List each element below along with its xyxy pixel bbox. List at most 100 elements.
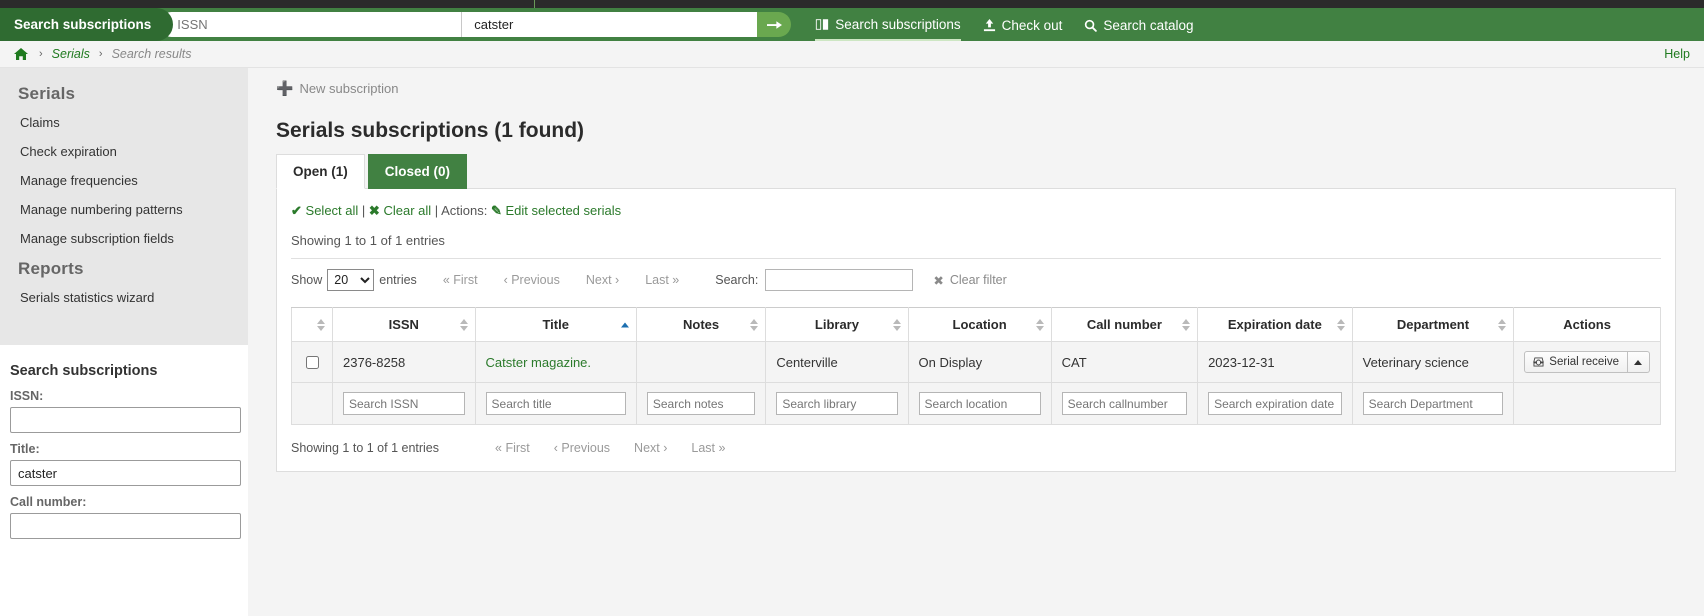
pagination-next[interactable]: Next ›	[586, 273, 619, 287]
tab-closed[interactable]: Closed (0)	[368, 154, 467, 189]
caret-up-icon	[1634, 360, 1642, 365]
footer-showing-text: Showing 1 to 1 of 1 entries	[291, 441, 439, 455]
header-link-search-catalog[interactable]: Search catalog	[1084, 8, 1193, 41]
filter-input-title[interactable]	[486, 392, 626, 415]
header-search-pill-label: Search subscriptions	[14, 17, 151, 32]
pagination-first[interactable]: « First	[443, 273, 478, 287]
page-body: Serials Claims Check expiration Manage f…	[0, 68, 1704, 616]
select-all-link[interactable]: Select all	[306, 203, 359, 218]
datatable-controls: Show 102050100All entries « First ‹ Prev…	[291, 269, 1661, 291]
clear-filter-button[interactable]: ✖ Clear filter	[933, 273, 1006, 288]
sidebar-title-input[interactable]	[10, 460, 241, 486]
help-link[interactable]: Help	[1664, 47, 1690, 61]
subscription-status-tabs: Open (1) Closed (0)	[276, 153, 1690, 188]
pagination-previous[interactable]: ‹ Previous	[504, 273, 560, 287]
new-subscription-label: New subscription	[299, 81, 398, 96]
actions-separator: |	[362, 203, 365, 218]
pagination-last-label: Last	[691, 441, 715, 455]
sidebar-heading-serials: Serials	[0, 78, 248, 108]
search-submit-button[interactable]	[757, 12, 791, 37]
sort-indicator-icon	[1036, 319, 1044, 331]
cell-title: Catster magazine.	[475, 342, 636, 383]
check-icon: ✔	[291, 203, 302, 218]
filter-cell-department	[1352, 383, 1514, 425]
filter-input-expiration-date[interactable]	[1208, 392, 1342, 415]
pagination-previous[interactable]: ‹ Previous	[554, 441, 610, 455]
pagination-next[interactable]: Next ›	[634, 441, 667, 455]
clear-all-link[interactable]: Clear all	[383, 203, 431, 218]
breadcrumb-home-link[interactable]	[14, 48, 28, 61]
cell-checkbox	[292, 342, 333, 383]
column-header-location[interactable]: Location	[908, 308, 1051, 342]
filter-cell-checkbox	[292, 383, 333, 425]
sidebar-item-manage-subscription-fields[interactable]: Manage subscription fields	[0, 224, 248, 253]
filter-input-library[interactable]	[776, 392, 897, 415]
show-label: Show	[291, 273, 322, 287]
column-header-department[interactable]: Department	[1352, 308, 1514, 342]
row-actions-button-group: Serial receive	[1524, 351, 1650, 373]
datatable-search-input[interactable]	[765, 269, 913, 291]
subscription-title-link[interactable]: Catster magazine.	[486, 355, 592, 370]
header-link-label: Search subscriptions	[835, 17, 960, 32]
pagination-first[interactable]: « First	[495, 441, 530, 455]
edit-selected-serials-link[interactable]: Edit selected serials	[505, 203, 621, 218]
filter-cell-call-number	[1051, 383, 1197, 425]
column-label: Notes	[683, 317, 719, 332]
column-header-call-number[interactable]: Call number	[1051, 308, 1197, 342]
cell-location: On Display	[908, 342, 1051, 383]
actions-separator: |	[435, 203, 438, 218]
filter-input-issn[interactable]	[343, 392, 465, 415]
sidebar-search-form: Search subscriptions ISSN: Title: Call n…	[0, 345, 248, 539]
column-label: Actions	[1563, 317, 1611, 332]
column-header-notes[interactable]: Notes	[636, 308, 765, 342]
header-link-search-subscriptions[interactable]: Search subscriptions	[815, 8, 960, 41]
top-dark-strip	[0, 0, 1704, 8]
column-header-checkbox[interactable]	[292, 308, 333, 342]
column-header-library[interactable]: Library	[766, 308, 908, 342]
plus-icon: ➕	[276, 80, 293, 97]
keyword-search-input[interactable]	[462, 12, 757, 37]
filter-input-location[interactable]	[919, 392, 1041, 415]
tab-open[interactable]: Open (1)	[276, 154, 365, 189]
column-header-issn[interactable]: ISSN	[333, 308, 476, 342]
pagination-top: « First ‹ Previous Next › Last »	[443, 273, 679, 287]
column-label: Call number	[1087, 317, 1162, 332]
sidebar-call-number-input[interactable]	[10, 513, 241, 539]
filter-cell-notes	[636, 383, 765, 425]
breadcrumb-item-serials[interactable]: Serials	[52, 47, 90, 61]
pagination-last[interactable]: Last »	[645, 273, 679, 287]
breadcrumb-separator: ›	[99, 48, 103, 60]
filter-input-call-number[interactable]	[1062, 392, 1187, 415]
sidebar-item-check-expiration[interactable]: Check expiration	[0, 137, 248, 166]
pagination-last[interactable]: Last »	[691, 441, 725, 455]
magnifier-icon	[1084, 19, 1097, 32]
page-length-select[interactable]: 102050100All	[327, 269, 374, 291]
cell-actions: Serial receive	[1514, 342, 1661, 383]
sort-indicator-icon	[317, 319, 325, 331]
pagination-first-label: First	[505, 441, 529, 455]
column-header-title[interactable]: Title	[475, 308, 636, 342]
pagination-previous-label: Previous	[511, 273, 560, 287]
new-subscription-button[interactable]: ➕ New subscription	[276, 80, 398, 97]
sidebar-issn-input[interactable]	[10, 407, 241, 433]
sort-indicator-icon	[460, 319, 468, 331]
cell-notes	[636, 342, 765, 383]
serial-receive-button[interactable]: Serial receive	[1524, 351, 1628, 373]
pagination-bottom: « First ‹ Previous Next › Last »	[495, 441, 725, 455]
sidebar-item-manage-frequencies[interactable]: Manage frequencies	[0, 166, 248, 195]
filter-input-notes[interactable]	[647, 392, 755, 415]
row-select-checkbox[interactable]	[306, 356, 319, 369]
column-header-expiration-date[interactable]: Expiration date	[1198, 308, 1353, 342]
filter-input-department[interactable]	[1363, 392, 1504, 415]
header-link-check-out[interactable]: Check out	[983, 8, 1063, 41]
breadcrumb: › Serials › Search results Help	[0, 41, 1704, 68]
sidebar-item-manage-numbering-patterns[interactable]: Manage numbering patterns	[0, 195, 248, 224]
sidebar-item-claims[interactable]: Claims	[0, 108, 248, 137]
pencil-icon: ✎	[491, 203, 502, 218]
sidebar-form-heading: Search subscriptions	[10, 363, 238, 379]
sort-indicator-icon	[1498, 319, 1506, 331]
issn-search-input[interactable]	[159, 12, 461, 37]
cell-call-number: CAT	[1051, 342, 1197, 383]
row-actions-dropdown-toggle[interactable]	[1628, 351, 1650, 373]
sidebar-item-serials-statistics-wizard[interactable]: Serials statistics wizard	[0, 283, 248, 312]
